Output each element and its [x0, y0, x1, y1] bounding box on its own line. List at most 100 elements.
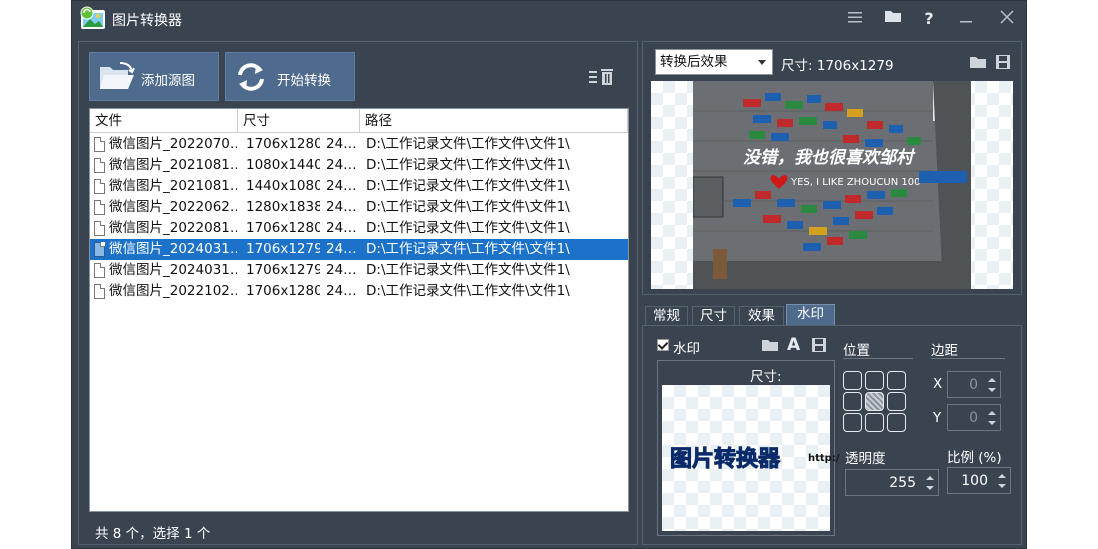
file-extra-cell: 24… [326, 199, 356, 215]
spin-up-icon[interactable] [998, 474, 1006, 478]
save-icon[interactable] [811, 337, 827, 357]
file-icon [94, 200, 105, 215]
spin-down-icon[interactable] [926, 486, 934, 490]
file-list[interactable]: 文件 尺寸 路径 微信图片_2022070… 1706x1280 24… D:\工作记… [89, 108, 629, 512]
preview-image: 没错，我也很喜欢邹村 YES, I LIKE ZHOUCUN 100 [693, 81, 971, 289]
watermark-sample-text: 图片转换器 [669, 447, 781, 473]
position-middle-left[interactable] [843, 392, 862, 411]
column-header-size[interactable]: 尺寸 [238, 109, 360, 133]
spin-down-icon[interactable] [988, 421, 996, 425]
margin-y-value: 0 [969, 410, 978, 426]
file-name-cell: 微信图片_2022062… [109, 199, 237, 215]
scale-value: 100 [961, 473, 988, 489]
table-row[interactable]: 微信图片_2024031… 1706x1279 24… D:\工作记录文件\工作文件\… [90, 239, 628, 260]
position-grid[interactable] [843, 371, 909, 433]
window-title: 图片转换器 [112, 13, 182, 29]
file-extra-cell: 24… [326, 241, 356, 257]
app-window: 图片转换器 ? 添加源图 开始转换 文件 尺寸 路径 微信图片_2022070…… [71, 0, 1027, 549]
open-folder-icon [98, 61, 138, 97]
table-row[interactable]: 微信图片_2021081… 1080x1440 24… D:\工作记录文件\工作文件\… [90, 155, 628, 176]
file-name-cell: 微信图片_2022081… [109, 220, 237, 236]
table-row[interactable]: 微信图片_2022081… 1706x1280 24… D:\工作记录文件\工作文件\… [90, 218, 628, 239]
file-extra-cell: 24… [326, 283, 356, 299]
folder-icon[interactable] [880, 7, 906, 31]
tab-general[interactable]: 常规 [645, 306, 688, 326]
preview-mode-value: 转换后效果 [660, 54, 728, 70]
margin-divider [931, 358, 1005, 359]
column-header-path[interactable]: 路径 [360, 109, 628, 133]
opacity-value: 255 [889, 475, 916, 491]
preview-mode-select[interactable]: 转换后效果 [655, 49, 773, 75]
close-icon[interactable] [994, 7, 1020, 31]
spin-down-icon[interactable] [988, 388, 996, 392]
file-path-cell: D:\工作记录文件\工作文件\文件1\ [366, 178, 570, 194]
tab-size[interactable]: 尺寸 [692, 306, 735, 326]
file-path-cell: D:\工作记录文件\工作文件\文件1\ [366, 262, 570, 278]
file-extra-cell: 24… [326, 136, 356, 152]
tab-watermark[interactable]: 水印 [786, 304, 835, 326]
start-convert-button[interactable]: 开始转换 [225, 52, 355, 101]
watermark-tab-panel: 水印 A 尺寸: 280x50 图片转换器 http:/ 位置 [642, 325, 1022, 545]
table-row[interactable]: 微信图片_2021081… 1440x1080 24… D:\工作记录文件\工作文件\… [90, 176, 628, 197]
minimize-icon[interactable] [953, 7, 979, 31]
status-text: 共 8 个，选择 1 个 [95, 526, 211, 542]
save-icon[interactable] [995, 54, 1011, 74]
column-header-file[interactable]: 文件 [90, 109, 238, 133]
position-top-center[interactable] [865, 371, 884, 390]
table-row[interactable]: 微信图片_2022102… 1706x1280 24… D:\工作记录文件\工作文件\… [90, 281, 628, 302]
scale-spinner[interactable]: 100 [947, 467, 1011, 494]
margin-x-value: 0 [969, 377, 978, 393]
app-logo-icon [80, 6, 108, 32]
hamburger-menu-icon[interactable] [842, 7, 868, 31]
folder-icon[interactable] [761, 337, 779, 357]
file-icon [94, 221, 105, 236]
watermark-preview-box: 尺寸: 280x50 图片转换器 http:/ [657, 360, 840, 536]
file-icon [94, 137, 105, 152]
file-size-cell: 1706x1280 [246, 220, 320, 236]
file-icon [94, 284, 105, 299]
file-size-cell: 1706x1279 [246, 241, 320, 257]
opacity-label: 透明度 [845, 451, 886, 467]
table-row[interactable]: 微信图片_2024031… 1706x1279 24… D:\工作记录文件\工作文件\… [90, 260, 628, 281]
tab-effects[interactable]: 效果 [739, 306, 784, 326]
spin-up-icon[interactable] [926, 476, 934, 480]
file-name-cell: 微信图片_2022102… [109, 283, 237, 299]
table-row[interactable]: 微信图片_2022070… 1706x1280 24… D:\工作记录文件\工作文件\… [90, 134, 628, 155]
help-button[interactable]: ? [916, 7, 942, 31]
file-size-cell: 1706x1280 [246, 136, 320, 152]
margin-x-spinner[interactable]: 0 [947, 371, 1001, 398]
watermark-preview: 图片转换器 http:/ [662, 385, 840, 531]
opacity-spinner[interactable]: 255 [845, 469, 939, 496]
preview-panel: 转换后效果 尺寸: 1706x1279 没错，我也很喜欢邹村 YES, I LI… [642, 41, 1022, 295]
position-center[interactable] [865, 392, 884, 411]
position-top-right[interactable] [887, 371, 906, 390]
add-source-button[interactable]: 添加源图 [89, 52, 219, 101]
file-name-cell: 微信图片_2021081… [109, 178, 237, 194]
spin-up-icon[interactable] [988, 411, 996, 415]
file-icon [94, 158, 105, 173]
file-extra-cell: 24… [326, 157, 356, 173]
text-icon[interactable]: A [787, 335, 800, 355]
position-bottom-right[interactable] [887, 413, 906, 432]
file-icon [94, 263, 105, 278]
margin-y-spinner[interactable]: 0 [947, 404, 1001, 431]
folder-icon[interactable] [969, 54, 987, 74]
spin-up-icon[interactable] [988, 378, 996, 382]
clear-list-icon[interactable] [589, 68, 617, 90]
preview-photo-subtext: YES, I LIKE ZHOUCUN 100 [790, 177, 920, 188]
position-bottom-left[interactable] [843, 413, 862, 432]
file-name-cell: 微信图片_2021081… [109, 157, 237, 173]
watermark-checkbox[interactable] [657, 339, 669, 351]
table-row[interactable]: 微信图片_2022062… 1280x1838 24… D:\工作记录文件\工作文件\… [90, 197, 628, 218]
position-middle-right[interactable] [887, 392, 906, 411]
spin-down-icon[interactable] [998, 484, 1006, 488]
position-label: 位置 [843, 343, 870, 359]
preview-photo-text: 没错，我也很喜欢邹村 [743, 148, 916, 168]
file-extra-cell: 24… [326, 262, 356, 278]
file-size-cell: 1706x1280 [246, 283, 320, 299]
position-top-left[interactable] [843, 371, 862, 390]
start-convert-label: 开始转换 [277, 73, 331, 89]
file-path-cell: D:\工作记录文件\工作文件\文件1\ [366, 136, 570, 152]
position-bottom-center[interactable] [865, 413, 884, 432]
file-size-cell: 1280x1838 [246, 199, 320, 215]
